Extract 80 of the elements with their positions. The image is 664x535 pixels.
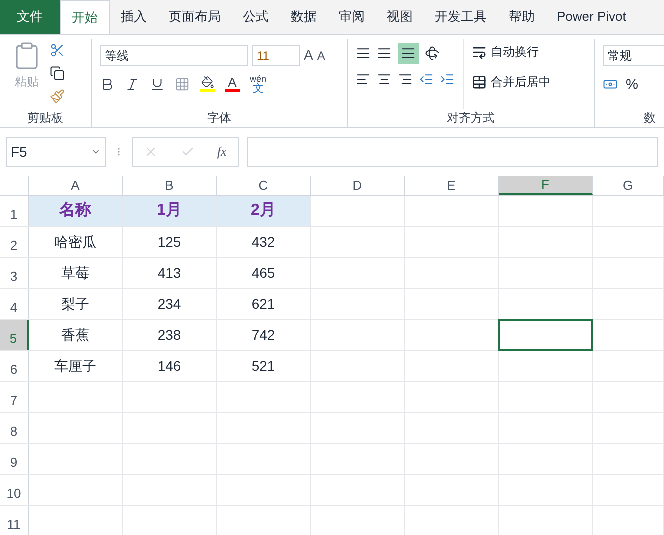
table-cell-text: 238 bbox=[158, 326, 182, 344]
ribbon-tab[interactable]: 帮助 bbox=[498, 0, 546, 34]
header-cell-text: 2月 bbox=[251, 201, 276, 221]
column-header[interactable]: C bbox=[217, 176, 311, 195]
file-tab[interactable]: 文件 bbox=[0, 0, 60, 34]
table-cell-text: 车厘子 bbox=[54, 356, 96, 376]
formula-input[interactable] bbox=[247, 137, 658, 167]
align-left-icon[interactable] bbox=[356, 72, 371, 87]
column-header[interactable]: A bbox=[29, 176, 123, 195]
group-label: 数 bbox=[644, 110, 656, 127]
number-format-field[interactable]: 常规 bbox=[603, 45, 664, 66]
font-size-field[interactable]: 11 bbox=[252, 45, 300, 66]
column-header[interactable]: G bbox=[593, 176, 664, 195]
shrink-font-icon[interactable]: A bbox=[317, 46, 326, 64]
row-header[interactable]: 7 bbox=[0, 382, 29, 412]
table-cell-text: 521 bbox=[252, 356, 276, 376]
ribbon-tab[interactable]: 页面布局 bbox=[158, 0, 232, 34]
table-cell-text: 234 bbox=[158, 294, 182, 314]
fill-color-icon[interactable] bbox=[200, 76, 215, 92]
group-label: 剪贴板 bbox=[28, 110, 64, 127]
name-box[interactable]: F5 bbox=[6, 137, 106, 167]
column-header[interactable]: B bbox=[123, 176, 217, 195]
align-middle-icon[interactable] bbox=[377, 46, 392, 61]
table-cell-text: 哈密瓜 bbox=[54, 232, 96, 252]
brush-icon[interactable] bbox=[50, 89, 65, 104]
row-header[interactable]: 5 bbox=[0, 320, 29, 350]
ribbon-tab[interactable]: 插入 bbox=[110, 0, 158, 34]
border-icon[interactable] bbox=[175, 76, 190, 92]
table-cell-text: 香蕉 bbox=[62, 326, 90, 344]
ribbon-tab[interactable]: 开发工具 bbox=[424, 0, 498, 34]
row-header[interactable]: 6 bbox=[0, 351, 29, 381]
row-header[interactable]: 11 bbox=[0, 506, 29, 535]
align-right-icon[interactable] bbox=[398, 72, 413, 87]
table-cell-text: 413 bbox=[158, 264, 182, 282]
table-cell-text: 465 bbox=[252, 264, 276, 282]
row-header[interactable]: 3 bbox=[0, 258, 29, 288]
selected-cell[interactable] bbox=[498, 319, 593, 351]
ribbon-tab[interactable]: 审阅 bbox=[328, 0, 376, 34]
grow-font-icon[interactable]: A bbox=[304, 45, 314, 66]
merge-cells-icon[interactable] bbox=[472, 74, 487, 90]
row-header[interactable]: 4 bbox=[0, 289, 29, 319]
italic-icon[interactable] bbox=[125, 76, 140, 92]
row-header[interactable]: 8 bbox=[0, 413, 29, 443]
table-cell-text: 草莓 bbox=[62, 264, 90, 282]
font-name-field[interactable]: 等线 bbox=[100, 45, 248, 66]
ribbon-tab[interactable]: 视图 bbox=[376, 0, 424, 34]
column-header[interactable]: F bbox=[499, 176, 593, 195]
cut-icon[interactable] bbox=[50, 43, 65, 58]
underline-icon[interactable] bbox=[150, 76, 165, 92]
merge-center-button[interactable]: 合并后居中 bbox=[472, 73, 551, 91]
group-label: 字体 bbox=[208, 110, 232, 127]
table-cell-text: 146 bbox=[158, 356, 182, 376]
phonetic-text[interactable]: 文 bbox=[252, 84, 264, 94]
insert-function-button[interactable]: fx bbox=[217, 142, 227, 162]
table-cell-text: 742 bbox=[252, 326, 276, 344]
table-cell-text: 621 bbox=[252, 294, 276, 314]
row-header[interactable]: 9 bbox=[0, 444, 29, 474]
table-cell-text: 梨子 bbox=[62, 294, 90, 314]
align-bottom-icon[interactable] bbox=[398, 43, 419, 64]
column-header[interactable]: D bbox=[311, 176, 405, 195]
ribbon-tab[interactable]: 开始 bbox=[60, 0, 110, 34]
ribbon-tab[interactable]: Power Pivot bbox=[546, 0, 638, 34]
phonetic-text[interactable]: wén bbox=[250, 74, 267, 84]
ribbon-tab[interactable]: 数据 bbox=[280, 0, 328, 34]
group-label: 对齐方式 bbox=[447, 110, 495, 127]
indent-increase-icon[interactable] bbox=[440, 72, 455, 87]
align-center-icon[interactable] bbox=[377, 72, 392, 87]
table-cell-text: 432 bbox=[252, 232, 276, 252]
wrap-text-button[interactable]: 自动换行 bbox=[472, 43, 551, 61]
header-cell-text: 1月 bbox=[157, 201, 182, 221]
copy-icon[interactable] bbox=[50, 66, 65, 81]
table-cell-text: 125 bbox=[158, 232, 182, 252]
header-cell-text: 名称 bbox=[60, 200, 92, 221]
percent-button[interactable]: % bbox=[626, 74, 638, 95]
ribbon-tab[interactable]: 公式 bbox=[232, 0, 280, 34]
indent-decrease-icon[interactable] bbox=[419, 72, 434, 87]
row-header[interactable]: 10 bbox=[0, 475, 29, 505]
wrap-text-icon[interactable] bbox=[472, 44, 487, 60]
row-header[interactable]: 2 bbox=[0, 227, 29, 257]
align-top-icon[interactable] bbox=[356, 46, 371, 61]
